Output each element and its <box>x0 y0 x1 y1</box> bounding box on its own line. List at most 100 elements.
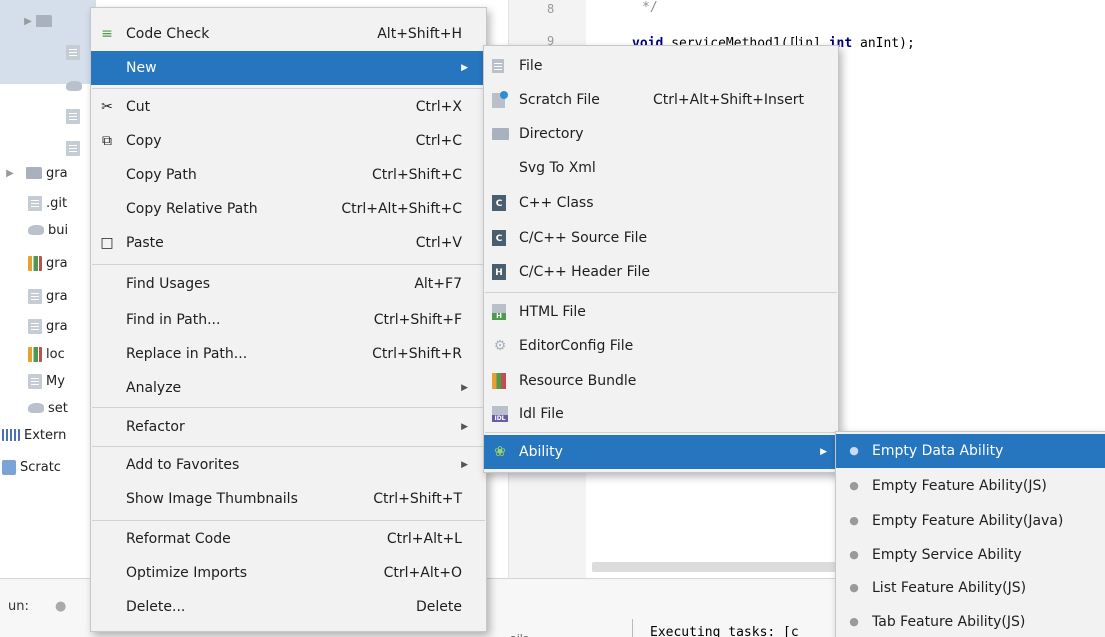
menu-item-cpp-source-file[interactable]: C C/C++ Source File <box>484 221 838 255</box>
menu-item-idl-file[interactable]: IDL Idl File <box>484 397 838 431</box>
menu-item-label: Analyze <box>126 380 182 396</box>
scratch-file-icon <box>492 90 508 108</box>
tree-item[interactable]: Extern <box>2 423 66 447</box>
gradle-icon <box>28 403 44 413</box>
menu-item-scratch-file[interactable]: Scratch File Ctrl+Alt+Shift+Insert <box>484 83 838 117</box>
menu-item-reformat-code[interactable]: Reformat Code Ctrl+Alt+L <box>91 522 486 556</box>
file-icon <box>66 44 80 60</box>
gradle-icon <box>28 225 44 235</box>
menu-separator <box>92 264 485 265</box>
tree-item[interactable]: set <box>28 396 68 420</box>
menu-item-label: Replace in Path... <box>126 346 248 362</box>
menu-item-shortcut: Ctrl+X <box>415 99 462 115</box>
cpp-source-icon: C <box>492 230 506 246</box>
menu-item-replace-in-path[interactable]: Replace in Path... Ctrl+Shift+R <box>91 337 486 371</box>
menu-item-shortcut: Ctrl+Shift+C <box>372 167 462 183</box>
submenu-arrow-icon: ▶ <box>461 63 468 73</box>
console-divider <box>632 619 633 637</box>
tree-item[interactable]: .git <box>28 191 67 215</box>
menu-item-file[interactable]: File <box>484 49 838 83</box>
menu-item-optimize-imports[interactable]: Optimize Imports Ctrl+Alt+O <box>91 556 486 590</box>
menu-item-list-feature-ability-js[interactable]: ● List Feature Ability(JS) <box>836 571 1105 605</box>
menu-item-copy[interactable]: ⧉ Copy Ctrl+C <box>91 124 486 158</box>
menu-item-code-check[interactable]: ≡ Code Check Alt+Shift+H <box>91 17 486 51</box>
menu-item-find-in-path[interactable]: Find in Path... Ctrl+Shift+F <box>91 303 486 337</box>
menu-item-shortcut: Ctrl+Alt+O <box>383 565 462 581</box>
menu-item-label: Empty Data Ability <box>872 443 1004 459</box>
menu-item-shortcut: Delete <box>416 599 462 615</box>
tree-item[interactable]: gra <box>28 251 68 275</box>
menu-item-label: Find Usages <box>126 276 211 292</box>
menu-item-label: HTML File <box>519 304 586 320</box>
tree-item[interactable]: Scratc <box>2 455 61 479</box>
menu-item-cut[interactable]: ✂ Cut Ctrl+X <box>91 90 486 124</box>
menu-item-html-file[interactable]: H HTML File <box>484 295 838 329</box>
menu-item-analyze[interactable]: Analyze ▶ <box>91 371 486 405</box>
menu-item-label: Cut <box>126 99 151 115</box>
horizontal-scrollbar[interactable] <box>592 562 838 572</box>
menu-item-empty-service-ability[interactable]: ● Empty Service Ability <box>836 538 1105 572</box>
tree-item[interactable]: loc <box>28 342 65 366</box>
new-submenu: File Scratch File Ctrl+Alt+Shift+Insert … <box>483 45 839 473</box>
ability-template-icon: ● <box>849 581 859 594</box>
menu-item-tab-feature-ability-js[interactable]: ● Tab Feature Ability(JS) <box>836 605 1105 637</box>
resource-bundle-icon <box>492 373 506 389</box>
tree-row-file[interactable] <box>66 104 84 128</box>
menu-item-new[interactable]: New ▶ <box>91 51 486 85</box>
tree-item-label: My <box>46 373 65 389</box>
menu-item-directory[interactable]: Directory <box>484 117 838 151</box>
tree-item[interactable]: My <box>28 369 65 393</box>
menu-item-shortcut: Ctrl+Shift+R <box>372 346 462 362</box>
run-label: un: <box>8 599 29 614</box>
menu-item-shortcut: Ctrl+Alt+Shift+C <box>341 201 462 217</box>
menu-item-label: Directory <box>519 126 584 142</box>
gitignore-icon <box>28 195 42 211</box>
tree-row-collapsed-folder[interactable]: ▶ <box>20 9 56 33</box>
menu-item-copy-path[interactable]: Copy Path Ctrl+Shift+C <box>91 158 486 192</box>
menu-item-add-to-favorites[interactable]: Add to Favorites ▶ <box>91 448 486 482</box>
menu-item-ability[interactable]: ❀ Ability ▶ <box>484 435 838 469</box>
menu-item-empty-feature-ability-java[interactable]: ● Empty Feature Ability(Java) <box>836 504 1105 538</box>
menu-item-empty-data-ability[interactable]: ● Empty Data Ability <box>836 434 1105 468</box>
menu-item-paste[interactable]: □ Paste Ctrl+V <box>91 226 486 260</box>
menu-item-refactor[interactable]: Refactor ▶ <box>91 410 486 444</box>
file-icon <box>28 373 42 389</box>
menu-item-editorconfig-file[interactable]: ⚙ EditorConfig File <box>484 329 838 363</box>
menu-item-cpp-class[interactable]: C C++ Class <box>484 186 838 220</box>
tree-item-label: .git <box>46 195 68 211</box>
tree-row-gradle[interactable] <box>66 74 86 98</box>
ability-template-icon: ● <box>849 548 859 561</box>
menu-item-shortcut: Ctrl+Alt+Shift+Insert <box>653 92 805 108</box>
menu-item-find-usages[interactable]: Find Usages Alt+F7 <box>91 267 486 301</box>
menu-item-delete[interactable]: Delete... Delete <box>91 590 486 624</box>
library-icon <box>2 429 20 441</box>
menu-item-cpp-header-file[interactable]: H C/C++ Header File <box>484 255 838 289</box>
tree-item[interactable]: gra <box>28 314 68 338</box>
cpp-header-icon: H <box>492 264 506 280</box>
menu-item-label: Empty Feature Ability(JS) <box>872 478 1047 494</box>
tree-item[interactable]: gra <box>28 284 68 308</box>
console-output: Executing tasks: [c <box>650 625 799 637</box>
submenu-arrow-icon: ▶ <box>461 460 468 470</box>
tree-item[interactable]: bui <box>28 218 68 242</box>
tree-row-file[interactable] <box>66 136 84 160</box>
ability-template-icon: ● <box>849 615 859 628</box>
menu-item-shortcut: Ctrl+Alt+L <box>386 531 462 547</box>
menu-item-label: C/C++ Header File <box>519 264 651 280</box>
menu-item-label: C/C++ Source File <box>519 230 648 246</box>
menu-separator <box>92 407 485 408</box>
tree-item[interactable]: ▶ gra <box>2 161 67 185</box>
menu-item-svg-to-xml[interactable]: Svg To Xml <box>484 151 838 185</box>
file-icon <box>28 318 42 334</box>
ability-submenu: ● Empty Data Ability ● Empty Feature Abi… <box>835 431 1105 637</box>
menu-item-shortcut: Alt+F7 <box>414 276 462 292</box>
menu-item-copy-relative-path[interactable]: Copy Relative Path Ctrl+Alt+Shift+C <box>91 192 486 226</box>
tree-row-file[interactable] <box>66 40 84 64</box>
html-file-icon: H <box>492 304 506 320</box>
ability-template-icon: ● <box>849 479 859 492</box>
menu-item-empty-feature-ability-js[interactable]: ● Empty Feature Ability(JS) <box>836 469 1105 503</box>
menu-item-resource-bundle[interactable]: Resource Bundle <box>484 364 838 398</box>
menu-item-label: Tab Feature Ability(JS) <box>872 614 1026 630</box>
ability-template-icon: ● <box>849 444 859 457</box>
menu-item-show-image-thumbnails[interactable]: Show Image Thumbnails Ctrl+Shift+T <box>91 482 486 516</box>
